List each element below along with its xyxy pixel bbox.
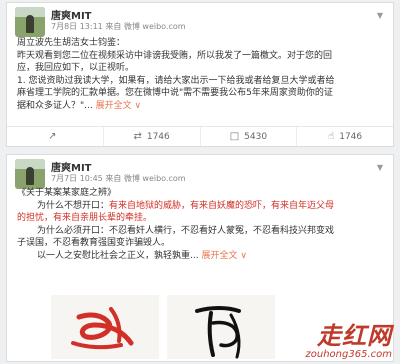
content-emphasis: 的担忧，有来自亲朋长辈的牵挂。 bbox=[17, 213, 153, 223]
like-count: 1746 bbox=[339, 131, 363, 142]
repost-button[interactable]: ⇄ 1746 bbox=[104, 127, 201, 146]
author-name[interactable]: 唐爽MIT bbox=[51, 159, 92, 174]
site-watermark: 走红网 zouhong365.com bbox=[306, 316, 392, 360]
action-bar: ↗ ⇄ 1746 □ 5430 ☝ 1746 bbox=[7, 126, 393, 146]
content-lead: 为什么必须开口： bbox=[37, 225, 110, 236]
calligraphy-red-glyph bbox=[71, 307, 134, 350]
like-button[interactable]: ☝ 1746 bbox=[297, 127, 393, 146]
repost-icon: ⇄ bbox=[133, 131, 142, 142]
content-line: 昨天观看到您二位在视频采访中诽谤我受贿，所以我发了一篇檄文。对于您的回 bbox=[17, 50, 333, 61]
expand-link[interactable]: 展开全文 bbox=[96, 101, 132, 111]
content-text: 以一人之安慰比社会之正义，孰轻孰重... bbox=[37, 250, 199, 261]
comment-icon: □ bbox=[229, 131, 240, 142]
calligraphy-image[interactable] bbox=[167, 295, 275, 359]
post-content: 周立波先生胡洁女士钧鉴： 昨天观看到您二位在视频采访中诽谤我受贿，所以我发了一篇… bbox=[17, 37, 385, 112]
content-line: 据和众多证人？"... 展开全文 ∨ bbox=[17, 100, 385, 113]
watermark-url: zouhong365.com bbox=[305, 349, 392, 360]
post-title: 《关于某案某家庭之辨》 bbox=[17, 188, 117, 198]
chevron-down-icon[interactable]: ∨ bbox=[240, 251, 247, 261]
comment-button[interactable]: □ 5430 bbox=[201, 127, 298, 146]
avatar[interactable] bbox=[15, 159, 45, 189]
calligraphy-image[interactable] bbox=[51, 295, 159, 359]
content-line: 为什么不想开口：有来自地狱的威胁，有来自妖魔的恐吓，有来自年迈父母 bbox=[17, 200, 385, 213]
chevron-down-icon[interactable]: ▼ bbox=[375, 163, 385, 173]
post-meta: 7月7日 10:45 来自 微博 weibo.com bbox=[51, 174, 186, 183]
share-icon: ↗ bbox=[48, 131, 57, 142]
content-line: 麻省理工学院的汇款单据。您在微博中说"需不需要我公布5年来周家资助你的证 bbox=[17, 88, 333, 98]
post-meta: 7月8日 13:11 来自 微博 weibo.com bbox=[51, 22, 186, 31]
content-line: 以一人之安慰比社会之正义，孰轻孰重... 展开全文 ∨ bbox=[17, 250, 385, 263]
watermark-logo: 走红网 bbox=[317, 322, 392, 350]
comment-count: 5430 bbox=[244, 131, 268, 142]
content-line: 子误国，不忍看教育强国变诈骗毁人。 bbox=[17, 238, 171, 248]
share-button[interactable]: ↗ bbox=[7, 127, 104, 146]
post-images bbox=[51, 295, 281, 359]
like-icon: ☝ bbox=[328, 131, 335, 142]
expand-link[interactable]: 展开全文 bbox=[201, 251, 237, 261]
author-name[interactable]: 唐爽MIT bbox=[51, 7, 92, 22]
content-line-text: 据和众多证人？"... bbox=[17, 100, 93, 111]
avatar-figure bbox=[26, 15, 34, 33]
weibo-post-1: 唐爽MIT 7月8日 13:11 来自 微博 weibo.com ▼ 周立波先生… bbox=[6, 2, 394, 147]
content-emphasis: 有来自地狱的威胁，有来自妖魔的恐吓，有来自年迈父母 bbox=[109, 200, 335, 211]
chevron-down-icon[interactable]: ∨ bbox=[135, 101, 142, 111]
content-line: 应，我回应如下，以正视听。 bbox=[17, 63, 135, 73]
calligraphy-black-glyph bbox=[195, 306, 241, 359]
content-lead: 为什么不想开口： bbox=[37, 200, 110, 211]
content-line: 1. 您说资助过我读大学，如果有，请给大家出示一下给我或者给复旦大学或者给 bbox=[17, 75, 335, 86]
content-text: 不忍看奸人横行，不忍看好人蒙冤，不忍看科技兴邦变戏 bbox=[109, 225, 335, 236]
content-line: 周立波先生胡洁女士钧鉴： bbox=[17, 38, 126, 48]
content-line: 的担忧，有来自亲朋长辈的牵挂。 bbox=[17, 212, 385, 225]
chevron-down-icon[interactable]: ▼ bbox=[375, 11, 385, 21]
repost-count: 1746 bbox=[146, 131, 170, 142]
post-content: 《关于某案某家庭之辨》 为什么不想开口：有来自地狱的威胁，有来自妖魔的恐吓，有来… bbox=[17, 187, 385, 262]
avatar[interactable] bbox=[15, 7, 45, 37]
content-line: 为什么必须开口：不忍看奸人横行，不忍看好人蒙冤，不忍看科技兴邦变戏 bbox=[17, 225, 385, 238]
avatar-figure bbox=[26, 167, 34, 185]
